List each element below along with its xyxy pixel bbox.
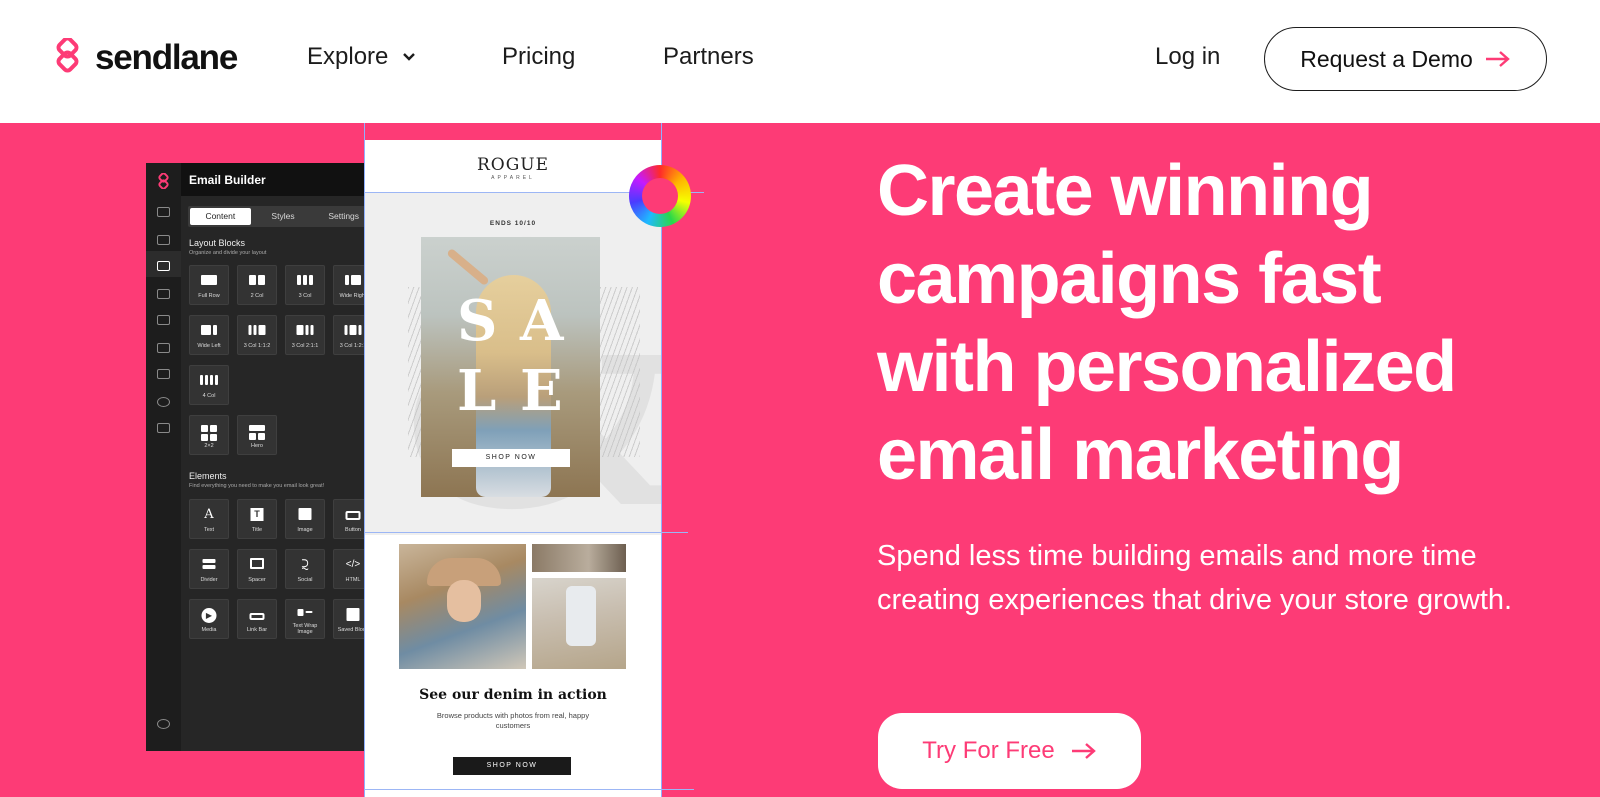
block-2x2[interactable]: 2×2 <box>189 415 229 455</box>
code-icon: </> <box>345 559 361 570</box>
login-link[interactable]: Log in <box>1155 42 1220 72</box>
nav-partners[interactable]: Partners <box>663 42 754 72</box>
element-image[interactable]: Image <box>285 499 325 539</box>
logout-icon[interactable] <box>157 423 170 433</box>
builder-sidebar-rail <box>146 163 181 751</box>
element-media[interactable]: ▶ Media <box>189 599 229 639</box>
hero-section: Email Builder Content Styles Settings La… <box>0 123 1600 797</box>
denim-subtitle: Browse products with photos from real, h… <box>436 711 590 730</box>
hatch-pattern-right <box>600 287 640 457</box>
templates-icon[interactable] <box>157 343 170 353</box>
settings-gear-icon[interactable] <box>157 397 170 407</box>
element-text[interactable]: A Text <box>189 499 229 539</box>
hero-headline: Create winning campaigns fast with perso… <box>877 147 1577 499</box>
contacts-icon[interactable] <box>157 235 170 245</box>
shop-now-button-2[interactable]: SHOP NOW <box>453 757 571 775</box>
try-for-free-button[interactable]: Try For Free <box>878 713 1141 789</box>
sale-letter-l: L <box>457 358 497 424</box>
share-icon: ⫈ <box>301 557 309 572</box>
nav-explore-label: Explore <box>307 43 389 70</box>
denim-photo-jeans <box>532 578 626 669</box>
link-bar-icon <box>249 613 265 620</box>
chevron-down-icon <box>403 53 416 61</box>
element-title[interactable]: T Title <box>237 499 277 539</box>
tab-content[interactable]: Content <box>190 208 251 225</box>
headline-line-1: Create winning <box>877 151 1374 231</box>
sendlane-logo[interactable]: sendlane <box>54 38 238 78</box>
integrations-icon[interactable] <box>157 369 170 379</box>
denim-title: See our denim in action <box>419 687 607 703</box>
email-builder-panel: Email Builder Content Styles Settings La… <box>146 163 382 751</box>
button-icon <box>345 511 361 520</box>
denim-photo-smiling-woman <box>399 544 526 669</box>
tab-styles[interactable]: Styles <box>253 206 314 227</box>
element-social[interactable]: ⫈ Social <box>285 549 325 589</box>
block-4-col[interactable]: 4 Col <box>189 365 229 405</box>
layout-blocks-subheading: Organize and divide your layout <box>189 250 267 256</box>
email-preview: ROGUE APPAREL & ENDS 10/10 S A L E SHOP … <box>364 140 662 797</box>
elements-heading: Elements <box>189 471 227 481</box>
shop-now-button[interactable]: SHOP NOW <box>452 449 570 467</box>
color-wheel-icon <box>629 165 691 227</box>
sale-letter-e: E <box>520 358 563 424</box>
hero-subtext: Spend less time building emails and more… <box>877 540 1513 616</box>
block-3-col-211[interactable]: 3 Col 2:1:1 <box>285 315 325 355</box>
element-text-wrap-image[interactable]: Text Wrap Image <box>285 599 325 639</box>
layout-blocks-heading: Layout Blocks <box>189 238 246 248</box>
element-divider[interactable]: Divider <box>189 549 229 589</box>
help-icon[interactable] <box>157 719 170 729</box>
request-demo-button[interactable]: Request a Demo <box>1264 27 1547 91</box>
sale-letter-a: A <box>520 288 564 354</box>
guide-line-middle <box>364 532 688 533</box>
headline-line-4: email marketing <box>877 415 1404 495</box>
builder-title: Email Builder <box>181 163 382 196</box>
nav-pricing[interactable]: Pricing <box>502 42 575 72</box>
try-for-free-label: Try For Free <box>922 737 1055 764</box>
arrow-right-icon <box>1485 51 1510 67</box>
headline-line-3: with personalized <box>877 327 1457 407</box>
raised-arm <box>446 247 490 287</box>
arrow-right-icon <box>1071 743 1096 759</box>
campaigns-icon[interactable] <box>157 261 170 271</box>
sale-letter-s: S <box>457 288 498 354</box>
element-link-bar[interactable]: Link Bar <box>237 599 277 639</box>
block-2-col[interactable]: 2 Col <box>237 265 277 305</box>
dashboard-icon[interactable] <box>157 207 170 217</box>
saved-block-icon <box>346 608 360 621</box>
block-3-col[interactable]: 3 Col <box>285 265 325 305</box>
elements-subheading: Find everything you need to make you ema… <box>189 483 325 489</box>
brand-name: sendlane <box>95 38 238 77</box>
spacer-icon <box>250 558 264 569</box>
messages-icon[interactable] <box>157 315 170 325</box>
denim-photo-top <box>532 544 626 572</box>
element-spacer[interactable]: Spacer <box>237 549 277 589</box>
sendlane-logo-icon <box>56 38 79 73</box>
request-demo-label: Request a Demo <box>1300 45 1473 72</box>
guide-line-bottom <box>364 789 694 790</box>
image-icon <box>298 508 312 520</box>
block-3-col-112[interactable]: 3 Col 1:1:2 <box>237 315 277 355</box>
block-wide-left[interactable]: Wide Left <box>189 315 229 355</box>
nav-explore[interactable]: Explore <box>307 42 416 72</box>
block-hero[interactable]: Hero <box>237 415 277 455</box>
text-icon: A <box>204 507 214 522</box>
sale-ends-date: ENDS 10/10 <box>489 220 537 227</box>
play-icon: ▶ <box>201 608 217 623</box>
headline-line-2: campaigns fast <box>877 239 1382 319</box>
top-navigation: sendlane Explore Pricing Partners Log in… <box>0 0 1600 123</box>
block-full-row[interactable]: Full Row <box>189 265 229 305</box>
sendlane-mini-logo-icon <box>158 173 169 189</box>
guide-line-left <box>364 123 365 797</box>
automations-icon[interactable] <box>157 289 170 299</box>
builder-tabs: Content Styles Settings <box>188 206 374 227</box>
title-icon: T <box>250 508 264 521</box>
